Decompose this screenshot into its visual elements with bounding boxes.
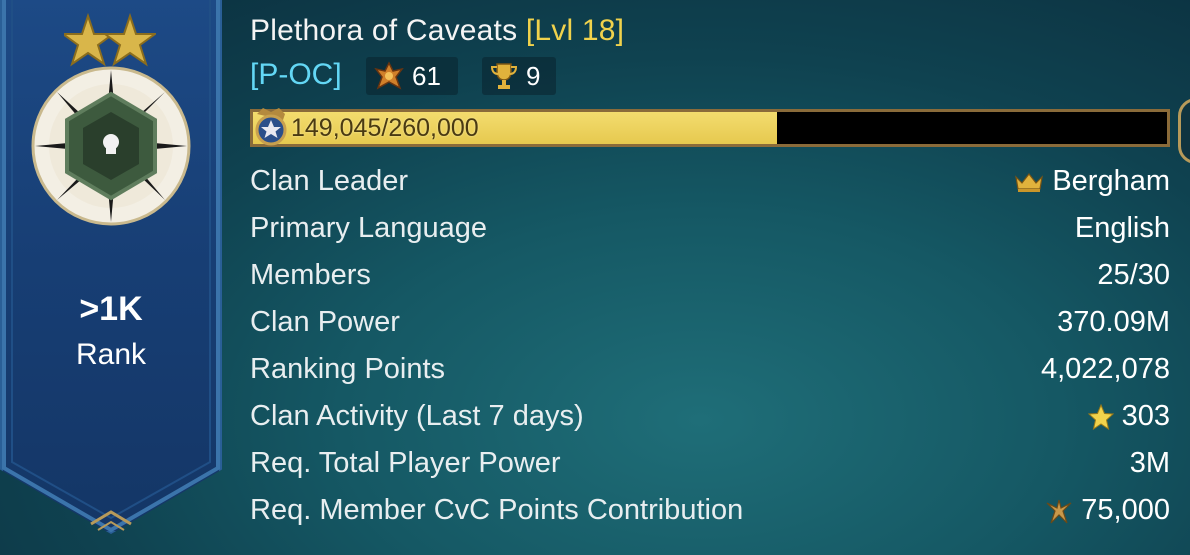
detail-value-text: English	[1074, 212, 1170, 244]
clan-level: [Lvl 18]	[525, 14, 625, 47]
rank-stars-icon	[64, 12, 156, 67]
banner-ornament-icon	[90, 510, 132, 531]
detail-value-text: Bergham	[1052, 165, 1170, 197]
detail-value-text: 303	[1121, 400, 1170, 432]
detail-label: Members	[250, 259, 371, 291]
detail-value-text: 3M	[1129, 447, 1170, 479]
detail-value: 75,000	[1045, 494, 1170, 527]
xp-text: 149,045/260,000	[291, 114, 479, 142]
detail-row: Req. Member CvC Points Contribution 75,00…	[250, 487, 1170, 534]
detail-value-text: 25/30	[1097, 259, 1170, 291]
detail-value-text: 75,000	[1081, 494, 1170, 526]
trophy-badge: 9	[482, 57, 556, 95]
detail-row: Req. Total Player Power 3M	[250, 440, 1170, 487]
detail-row: Primary Language English	[250, 205, 1170, 252]
detail-row: Ranking Points 4,022,078	[250, 346, 1170, 393]
rank-label: Rank	[75, 338, 147, 371]
detail-value: English	[1075, 212, 1170, 245]
cvc-points-icon	[1045, 497, 1073, 525]
clan-name: Plethora of Caveats	[250, 14, 518, 47]
detail-value: Bergham	[1014, 165, 1170, 198]
cvc-points-icon	[374, 61, 404, 90]
detail-value: 4,022,078	[1041, 353, 1170, 386]
detail-label: Primary Language	[250, 212, 487, 244]
trophy-icon	[490, 63, 518, 89]
detail-value-text: 370.09M	[1057, 306, 1170, 338]
clan-level-badge-icon	[255, 108, 287, 146]
detail-label: Req. Total Player Power	[250, 447, 561, 479]
clan-details-list: Clan Leader Bergham Primary Language Englis…	[250, 158, 1170, 534]
detail-label: Clan Leader	[250, 165, 408, 197]
detail-value: 370.09M	[1057, 306, 1170, 339]
trophy-count: 9	[526, 60, 541, 91]
detail-value-text: 4,022,078	[1040, 353, 1170, 385]
detail-label: Ranking Points	[250, 353, 446, 385]
clan-title: Plethora of Caveats [Lvl 18]	[250, 14, 624, 48]
side-scroll-handle[interactable]	[1178, 98, 1190, 164]
detail-row: Members 25/30	[250, 252, 1170, 299]
crown-icon	[1014, 171, 1044, 193]
detail-row: Clan Leader Bergham	[250, 158, 1170, 205]
detail-label: Req. Member CvC Points Contribution	[250, 494, 744, 526]
cvc-badge: 61	[366, 57, 458, 95]
detail-row: Clan Power 370.09M	[250, 299, 1170, 346]
star-icon	[1087, 403, 1114, 430]
detail-value: 303	[1087, 400, 1170, 433]
rank-value: >1K	[79, 290, 143, 328]
cvc-count: 61	[412, 60, 441, 91]
detail-label: Clan Power	[250, 306, 400, 338]
detail-row: Clan Activity (Last 7 days) 303	[250, 393, 1170, 440]
clan-emblem-icon	[31, 66, 191, 226]
clan-tag: [P-OC]	[250, 58, 342, 91]
detail-value: 3M	[1130, 447, 1170, 480]
detail-label: Clan Activity (Last 7 days)	[250, 400, 584, 432]
detail-value: 25/30	[1097, 259, 1170, 292]
